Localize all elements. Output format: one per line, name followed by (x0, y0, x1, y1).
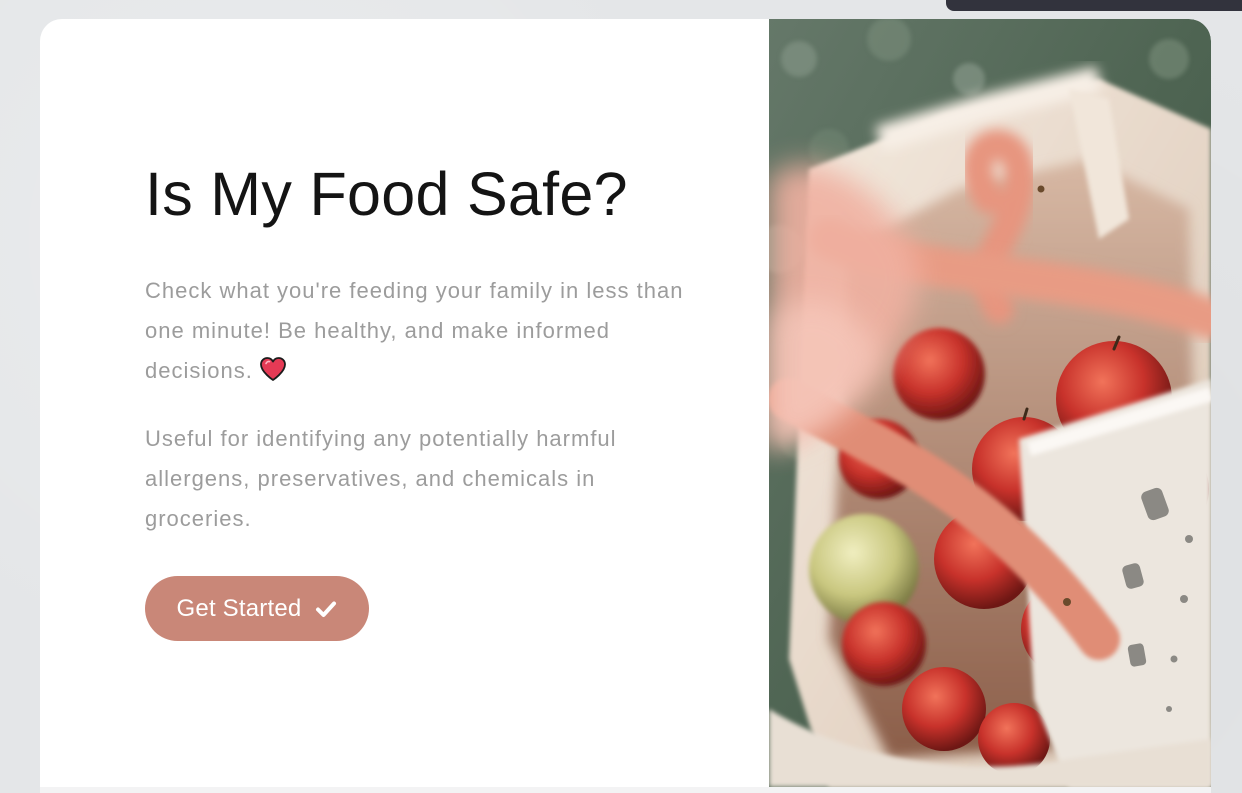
hero-intro: Check what you're feeding your family in… (145, 271, 685, 395)
get-started-button[interactable]: Get Started (145, 576, 369, 641)
card-bottom-strip (40, 787, 1211, 793)
heart-icon (259, 355, 287, 395)
hero-detail: Useful for identifying any potentially h… (145, 426, 617, 531)
hero-photo (769, 19, 1211, 787)
hero-card: Is My Food Safe? Check what you're feedi… (40, 19, 1211, 787)
page-title: Is My Food Safe? (145, 160, 628, 228)
get-started-label: Get Started (176, 594, 302, 622)
hero-intro-text: Check what you're feeding your family in… (145, 278, 684, 383)
hero-content: Is My Food Safe? Check what you're feedi… (145, 159, 685, 539)
checkmark-icon (315, 598, 337, 620)
top-dark-tab (946, 0, 1242, 11)
